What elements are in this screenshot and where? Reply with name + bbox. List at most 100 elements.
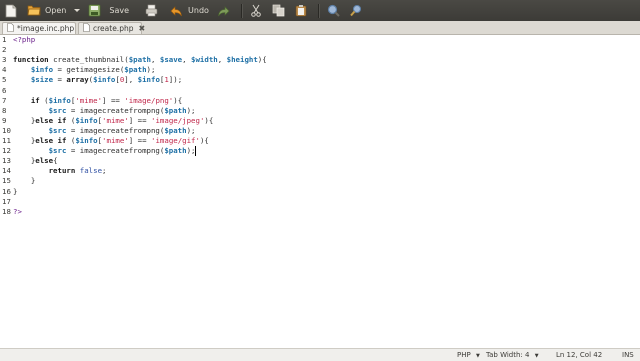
code-line[interactable]: }else if ($info['mime'] == 'image/gif'){ — [13, 136, 209, 146]
copy-button[interactable] — [269, 0, 288, 21]
find-button[interactable] — [324, 0, 343, 21]
code-text: ; — [177, 75, 183, 85]
variable-token: $src — [48, 105, 67, 115]
keyword-token: else — [35, 115, 54, 125]
save-label: Save — [109, 6, 130, 15]
code-line[interactable]: return false; — [13, 166, 107, 176]
code-line[interactable]: $size = array($info[0], $info[1]); — [13, 75, 182, 85]
code-text: { — [208, 115, 214, 125]
toolbar: Open Save Undo — [0, 0, 640, 21]
identifier-token: imagecreatefrompng — [79, 125, 160, 135]
code-line[interactable]: }else if ($info['mime'] == 'image/jpeg')… — [13, 115, 214, 126]
text-document-icon — [7, 23, 17, 34]
text-cursor — [195, 146, 197, 157]
language-label: PHP — [457, 351, 471, 359]
chevron-down-icon: ▼ — [475, 353, 480, 359]
variable-token: $src — [48, 125, 67, 135]
string-token: 'mime' — [75, 95, 103, 105]
code-line[interactable]: ?> — [13, 207, 22, 217]
code-line[interactable]: $src = imagecreatefrompng($path); — [13, 125, 196, 136]
open-label: Open — [45, 6, 67, 15]
code-line[interactable]: $info = getimagesize($path); — [13, 65, 156, 75]
printer-icon — [145, 4, 158, 17]
line-number: 9 — [2, 115, 7, 125]
close-icon[interactable]: ✖ — [138, 24, 145, 33]
tab-width-label: Tab Width: 4 — [486, 351, 530, 359]
find-replace-icon — [350, 4, 363, 17]
code-line[interactable]: function create_thumbnail($path, $save, … — [13, 55, 267, 65]
tab-width-selector[interactable]: Tab Width: 4 ▼ — [486, 351, 539, 359]
constant-token: false — [79, 166, 103, 176]
line-number: 5 — [2, 75, 7, 85]
line-number: 4 — [2, 65, 7, 75]
code-line[interactable]: $src = imagecreatefrompng($path); — [13, 146, 197, 157]
variable-token: $path — [164, 146, 187, 156]
code-line[interactable]: $src = imagecreatefrompng($path); — [13, 105, 196, 116]
code-text: } — [13, 186, 18, 196]
new-document-button[interactable] — [2, 0, 20, 21]
variable-token: $path — [124, 65, 147, 75]
insert-mode-indicator: INS — [622, 351, 634, 359]
save-button[interactable]: Save — [85, 0, 132, 21]
line-number: 17 — [2, 196, 11, 206]
copy-icon — [272, 4, 285, 17]
search-icon — [327, 4, 340, 17]
identifier-token: create_thumbnail — [53, 55, 125, 65]
code-text: { — [204, 136, 209, 145]
redo-arrow-icon — [217, 5, 230, 17]
line-number: 10 — [2, 125, 11, 135]
undo-button[interactable]: Undo — [167, 0, 212, 21]
variable-token: $info — [137, 75, 160, 85]
open-folder-icon — [27, 4, 41, 17]
toolbar-separator — [317, 3, 320, 18]
code-line[interactable]: } — [13, 187, 17, 197]
code-editor[interactable]: 1 2 3 4 5 6 7 8 9 10 11 12 13 14 15 16 17 18 <?php functio… — [0, 35, 640, 348]
line-number: 15 — [2, 176, 11, 186]
keyword-token: else — [35, 136, 54, 145]
code-text: } — [30, 176, 36, 186]
variable-token: $save — [159, 55, 183, 65]
open-button[interactable]: Open — [24, 0, 83, 21]
chevron-down-icon: ▼ — [534, 353, 539, 359]
tab-create-php[interactable]: create.php ✖ — [78, 22, 145, 34]
keyword-token: function — [13, 55, 49, 65]
string-token: 'mime' — [102, 115, 129, 125]
language-selector[interactable]: PHP ▼ — [457, 351, 480, 359]
line-number: 18 — [2, 206, 11, 216]
tab-image-inc-php[interactable]: *image.inc.php ✖ — [2, 22, 86, 34]
status-bar: PHP ▼ Tab Width: 4 ▼ Ln 12, Col 42 INS — [0, 348, 640, 361]
line-number: 6 — [2, 85, 7, 95]
code-line[interactable]: }else{ — [13, 156, 58, 166]
undo-arrow-icon — [170, 5, 183, 17]
line-number-gutter: 1 2 3 4 5 6 7 8 9 10 11 12 13 14 15 16 17 18 — [0, 35, 11, 348]
toolbar-separator — [240, 3, 243, 18]
code-line[interactable]: } — [13, 176, 35, 186]
scissors-icon — [250, 4, 262, 17]
code-line[interactable]: <?php — [13, 35, 35, 45]
variable-token: $info — [48, 95, 71, 105]
line-number: 1 — [2, 35, 7, 44]
redo-button[interactable] — [214, 0, 233, 21]
variable-token: $width — [191, 55, 218, 65]
identifier-token: imagecreatefrompng — [79, 105, 160, 115]
code-text: ; — [191, 105, 196, 115]
keyword-token: else — [35, 156, 54, 166]
chevron-down-icon[interactable] — [74, 8, 81, 13]
variable-token: $path — [164, 105, 187, 115]
code-line[interactable]: if ($info['mime'] == 'image/png'){ — [13, 96, 182, 106]
paste-button[interactable] — [292, 0, 310, 21]
tab-bar: *image.inc.php ✖ create.php ✖ — [0, 21, 640, 35]
identifier-token: getimagesize — [66, 65, 120, 75]
save-icon — [88, 4, 101, 17]
code-text: ; — [150, 65, 156, 75]
print-button[interactable] — [142, 0, 161, 21]
code-text: ; — [191, 125, 196, 135]
replace-button[interactable] — [347, 0, 366, 21]
cut-button[interactable] — [247, 0, 265, 21]
